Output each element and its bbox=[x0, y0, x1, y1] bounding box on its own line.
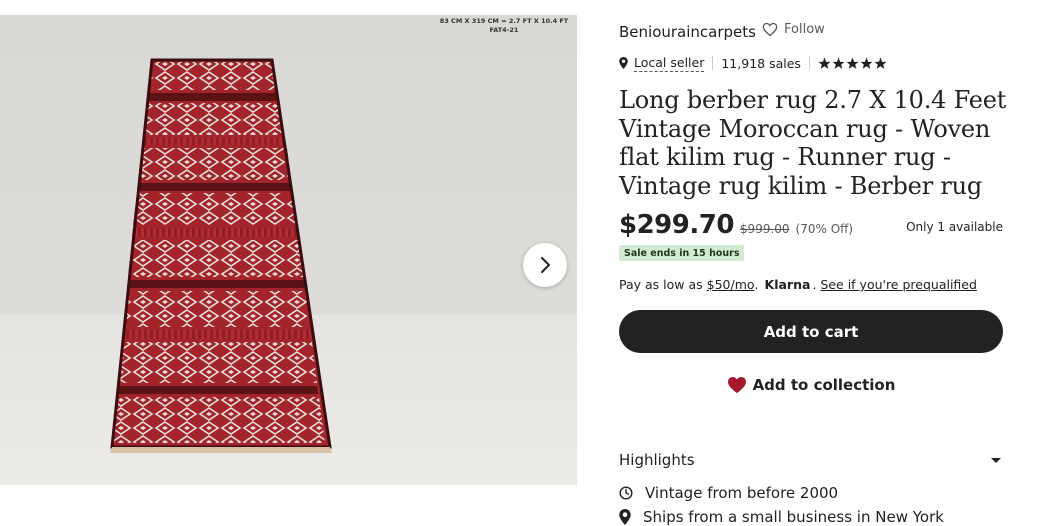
klarna-dot: . bbox=[812, 277, 817, 292]
highlight-vintage-text: Vintage from before 2000 bbox=[645, 484, 839, 502]
prequalify-link[interactable]: See if you're prequalified bbox=[820, 277, 977, 292]
highlights-toggle[interactable]: Highlights bbox=[619, 448, 1003, 472]
photo-caption-sku: FAT4-21 bbox=[489, 26, 519, 34]
photo-caption-dimensions: 83 CM X 319 CM = 2.7 FT X 10.4 FT bbox=[439, 17, 569, 25]
shop-header: Beniouraincarpets bbox=[619, 22, 756, 42]
photo-caption: 83 CM X 319 CM = 2.7 FT X 10.4 FT FAT4-2… bbox=[434, 17, 574, 35]
klarna-prefix: Pay as low as bbox=[619, 277, 703, 292]
price-row: $299.70 $999.00 (70% Off) bbox=[619, 210, 853, 240]
sale-price: $299.70 bbox=[619, 210, 734, 240]
rug-image bbox=[110, 58, 332, 453]
add-to-cart-label: Add to cart bbox=[763, 322, 859, 341]
star-icon bbox=[874, 57, 887, 69]
chevron-right-icon bbox=[541, 257, 550, 273]
map-pin-icon bbox=[619, 57, 628, 69]
star-icon bbox=[818, 57, 831, 69]
map-pin-icon bbox=[619, 509, 631, 525]
vintage-icon bbox=[619, 486, 633, 500]
follow-label: Follow bbox=[784, 22, 825, 37]
shop-name-link[interactable]: Beniouraincarpets bbox=[619, 23, 756, 41]
discount-percent: (70% Off) bbox=[795, 222, 854, 236]
original-price: $999.00 bbox=[739, 222, 790, 236]
highlights-label: Highlights bbox=[619, 451, 695, 469]
next-photo-button[interactable] bbox=[523, 243, 567, 287]
add-to-cart-button[interactable]: Add to cart bbox=[619, 310, 1003, 353]
sales-count: 11,918 sales bbox=[721, 55, 801, 71]
klarna-amount-link[interactable]: $50/mo bbox=[707, 277, 755, 292]
klarna-logo: Klarna bbox=[764, 277, 811, 292]
local-seller-link[interactable]: Local seller bbox=[634, 55, 705, 72]
highlight-item: Vintage from before 2000 bbox=[619, 484, 838, 502]
star-icon bbox=[832, 57, 845, 69]
shop-meta-row: Local seller 11,918 sales bbox=[619, 54, 887, 72]
listing-title: Long berber rug 2.7 X 10.4 Feet Vintage … bbox=[619, 86, 1007, 200]
add-to-collection-button[interactable]: Add to collection bbox=[619, 364, 1003, 406]
star-icon bbox=[846, 57, 859, 69]
highlight-item: Ships from a small business in New York bbox=[619, 508, 944, 526]
heart-outline-icon bbox=[762, 22, 778, 37]
follow-button[interactable]: Follow bbox=[762, 22, 825, 37]
availability-text: Only 1 available bbox=[906, 220, 1003, 234]
divider bbox=[712, 56, 714, 70]
chevron-down-icon bbox=[991, 458, 1001, 463]
highlight-ships-text: Ships from a small business in New York bbox=[643, 508, 944, 526]
add-to-collection-label: Add to collection bbox=[752, 376, 896, 394]
klarna-period: . bbox=[754, 277, 759, 292]
divider bbox=[808, 56, 810, 70]
star-icon bbox=[860, 57, 873, 69]
sale-ends-badge: Sale ends in 15 hours bbox=[619, 245, 745, 261]
klarna-financing: Pay as low as $50/mo. Klarna. See if you… bbox=[619, 277, 977, 292]
product-photo[interactable]: 83 CM X 319 CM = 2.7 FT X 10.4 FT FAT4-2… bbox=[0, 15, 577, 485]
star-rating[interactable] bbox=[818, 57, 887, 70]
heart-icon bbox=[727, 376, 746, 394]
